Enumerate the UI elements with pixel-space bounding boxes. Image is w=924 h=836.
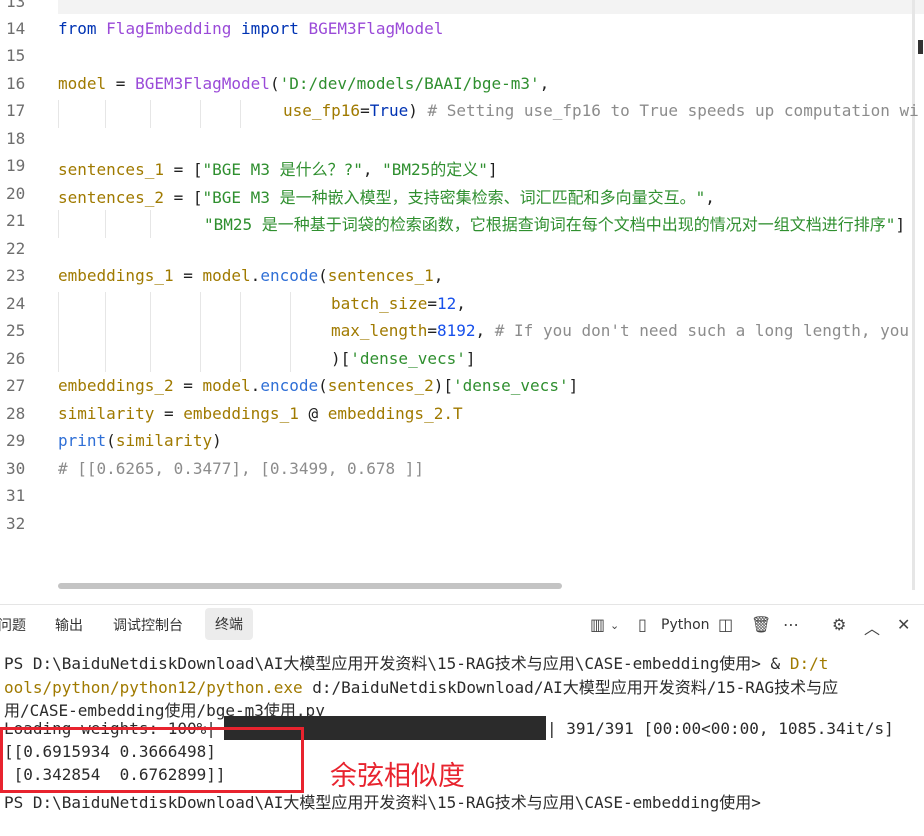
line-number: 25 bbox=[6, 321, 26, 340]
indent-guide bbox=[105, 292, 106, 372]
code-line-27: embeddings_2 = model.encode(sentences_2)… bbox=[58, 376, 579, 395]
indent-guide bbox=[150, 100, 151, 128]
line-number: 21 bbox=[6, 211, 26, 230]
indent-guide bbox=[240, 292, 241, 372]
chevron-up-icon[interactable]: ︿ bbox=[864, 615, 880, 639]
indent-guide bbox=[105, 210, 106, 238]
layout-panel-icon[interactable]: ▥ bbox=[590, 615, 605, 634]
tab-problems[interactable]: 问题 bbox=[0, 615, 26, 635]
line-number: 17 bbox=[6, 101, 26, 120]
line-number: 28 bbox=[6, 404, 26, 423]
tab-terminal[interactable]: 终端 bbox=[205, 608, 253, 640]
indent-guide bbox=[105, 100, 106, 128]
code-editor[interactable]: 13 14 15 16 17 18 19 20 21 22 23 24 25 2… bbox=[0, 0, 924, 600]
line-number: 23 bbox=[6, 266, 26, 285]
current-line-highlight bbox=[58, 0, 924, 14]
line-number: 19 bbox=[6, 156, 26, 175]
code-line-29: print(similarity) bbox=[58, 431, 222, 450]
tab-debug-console[interactable]: 调试控制台 bbox=[113, 615, 183, 635]
line-number: 14 bbox=[6, 19, 26, 38]
line-number: 32 bbox=[6, 514, 26, 533]
line-number: 30 bbox=[6, 459, 26, 478]
terminal-shell-icon: ▯ bbox=[638, 615, 647, 634]
indent-guide bbox=[58, 210, 59, 238]
indent-guide bbox=[240, 100, 241, 128]
code-line-28: similarity = embeddings_1 @ embeddings_2… bbox=[58, 404, 463, 423]
more-icon[interactable]: ⋯ bbox=[783, 615, 799, 634]
code-line-17: use_fp16=True) # Setting use_fp16 to Tru… bbox=[283, 101, 919, 120]
close-icon[interactable]: ✕ bbox=[897, 615, 910, 634]
indent-guide bbox=[200, 100, 201, 128]
panel-tab-bar: 问题 输出 调试控制台 终端 ▥ ⌄ ▯ Python ◫ 🗑 ⋯ ⚙ ︿ ✕ bbox=[0, 604, 924, 645]
code-line-23: embeddings_1 = model.encode(sentences_1, bbox=[58, 266, 444, 285]
terminal-line: ools/python/python12/python.exe d:/Baidu… bbox=[4, 678, 839, 697]
line-number: 13 bbox=[6, 0, 26, 11]
terminal-shell-name[interactable]: Python bbox=[661, 617, 710, 633]
tab-output[interactable]: 输出 bbox=[55, 615, 83, 635]
indent-guide bbox=[150, 210, 151, 238]
chevron-down-icon[interactable]: ⌄ bbox=[610, 619, 619, 632]
trash-icon[interactable]: 🗑 bbox=[751, 615, 771, 634]
line-number: 31 bbox=[6, 486, 26, 505]
indent-guide bbox=[58, 100, 59, 128]
code-line-14: from FlagEmbedding import BGEM3FlagModel bbox=[58, 19, 444, 38]
highlight-box bbox=[0, 727, 304, 793]
code-line-26: )['dense_vecs'] bbox=[331, 349, 476, 368]
line-number: 24 bbox=[6, 294, 26, 313]
code-line-25: max_length=8192, # If you don't need suc… bbox=[331, 321, 909, 340]
split-terminal-icon[interactable]: ◫ bbox=[718, 615, 733, 634]
code-line-19: sentences_1 = ["BGE M3 是什么？?", "BM25的定义"… bbox=[58, 160, 498, 179]
line-number: 20 bbox=[6, 184, 26, 203]
indent-guide bbox=[150, 292, 151, 372]
progress-stats: | 391/391 [00:00<00:00, 1085.34it/s] bbox=[547, 719, 894, 738]
line-number: 15 bbox=[6, 46, 26, 65]
code-line-20: sentences_2 = ["BGE M3 是一种嵌入模型，支持密集检索、词汇… bbox=[58, 188, 715, 207]
indent-guide bbox=[200, 292, 201, 372]
line-number: 27 bbox=[6, 376, 26, 395]
line-number: 29 bbox=[6, 431, 26, 450]
settings-sliders-icon[interactable]: ⚙ bbox=[832, 615, 846, 634]
annotation-label: 余弦相似度 bbox=[330, 761, 465, 792]
terminal-line: PS D:\BaiduNetdiskDownload\AI大模型应用开发资料\1… bbox=[4, 654, 829, 673]
code-line-24: batch_size=12, bbox=[331, 294, 466, 313]
line-number: 18 bbox=[6, 129, 26, 148]
line-number: 16 bbox=[6, 74, 26, 93]
line-number: 22 bbox=[6, 239, 26, 258]
indent-guide bbox=[290, 292, 291, 372]
indent-guide bbox=[58, 292, 59, 372]
code-line-30: # [[0.6265, 0.3477], [0.3499, 0.678 ]] bbox=[58, 459, 425, 478]
line-number: 26 bbox=[6, 349, 26, 368]
horizontal-scrollbar-thumb[interactable] bbox=[58, 583, 562, 589]
code-line-21: "BM25 是一种基于词袋的检索函数，它根据查询词在每个文档中出现的情况对一组文… bbox=[204, 215, 906, 234]
vertical-scrollbar-track[interactable] bbox=[912, 0, 915, 590]
vertical-scrollbar-thumb[interactable] bbox=[918, 40, 923, 54]
code-line-16: model = BGEM3FlagModel('D:/dev/models/BA… bbox=[58, 74, 550, 93]
